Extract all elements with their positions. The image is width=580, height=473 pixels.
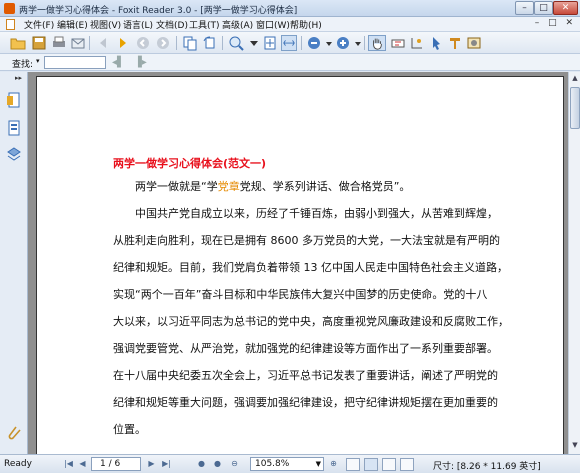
document-line-9: 纪律和规矩等重大问题，强调要加强纪律建设，把守纪律讲规矩摆在更加重要的 — [113, 396, 498, 409]
menu-view[interactable]: 视图(V) — [90, 18, 121, 31]
toolbar-separator — [301, 36, 302, 50]
rotate-page-icon[interactable] — [202, 35, 218, 51]
scroll-up-icon[interactable]: ▲ — [570, 74, 580, 85]
first-page-icon[interactable]: |◀ — [62, 458, 75, 471]
document-icon[interactable] — [6, 19, 15, 30]
find-bar: 查找: ▾ ◂▌ ▐▸ — [0, 54, 580, 71]
image-tool-icon[interactable] — [466, 35, 482, 51]
status-forward-icon[interactable]: ● — [211, 458, 224, 471]
next-page-icon[interactable] — [115, 35, 131, 51]
fit-width-icon[interactable] — [281, 35, 297, 51]
document-line-6: 大以来，以习近平同志为总书记的党中央，高度重视党风廉政建设和反腐败工作， — [113, 315, 509, 328]
menu-help[interactable]: 帮助(H) — [290, 18, 322, 31]
minimize-button[interactable]: – — [515, 1, 534, 15]
save-icon[interactable] — [31, 35, 47, 51]
zoom-dropdown-arrow-icon[interactable]: ▼ — [316, 458, 321, 470]
document-line-5: 实现“两个一百年”奋斗目标和中华民族伟大复兴中国梦的历史使命。党的十八 — [113, 288, 488, 301]
zoom-dropdown-icon[interactable] — [246, 35, 262, 51]
text-select-icon[interactable] — [390, 35, 406, 51]
scroll-down-icon[interactable]: ▼ — [570, 441, 580, 452]
menu-file[interactable]: 文件(F) — [24, 18, 54, 31]
layers-panel-icon[interactable] — [6, 146, 22, 164]
document-line-7: 强调党要管党、从严治党，就加强党的纪律建设等方面作出了一系列重要部署。 — [113, 342, 498, 355]
find-input[interactable] — [44, 56, 106, 69]
document-line-10: 位置。 — [113, 423, 146, 436]
menu-document[interactable]: 文档(D) — [156, 18, 188, 31]
zoom-level-value: 105.8% — [255, 459, 290, 469]
back-icon[interactable] — [135, 35, 151, 51]
email-icon[interactable] — [70, 35, 86, 51]
page-number-input[interactable]: 1 / 6 — [91, 457, 141, 471]
scroll-thumb[interactable] — [570, 87, 580, 129]
document-heading: 两学一做学习心得体会(范文一) — [113, 157, 267, 170]
print-icon[interactable] — [51, 35, 67, 51]
typewriter-icon[interactable] — [447, 35, 463, 51]
facing-view-icon[interactable] — [382, 458, 396, 471]
title-bar: 两学一做学习心得体会 - Foxit Reader 3.0 - [两学一做学习心… — [0, 0, 580, 17]
zoom-icon[interactable] — [228, 35, 244, 51]
find-next-icon[interactable]: ▐▸ — [134, 57, 147, 68]
toolbar-separator — [364, 36, 365, 50]
previous-page-button-icon[interactable]: ◀ — [76, 458, 89, 471]
document-line-3: 从胜利走向胜利，现在已是拥有 8600 多万党员的大党，一大法宝就是有严明的 — [113, 234, 500, 247]
toolbar — [0, 32, 580, 54]
single-page-view-icon[interactable] — [346, 458, 360, 471]
attachments-panel-icon[interactable] — [6, 424, 22, 442]
document-window-controls[interactable]: – □ ✕ — [535, 18, 576, 28]
document-line-1: 两学一做就是“学党章党规、学系列讲话、做合格党员”。 — [113, 180, 411, 193]
bookmarks-panel-icon[interactable] — [6, 120, 22, 138]
last-page-icon[interactable]: ▶| — [160, 458, 173, 471]
page-size-readout: 尺寸: [8.26 * 11.69 英寸] — [433, 462, 541, 472]
status-back-icon[interactable]: ● — [195, 458, 208, 471]
menu-window[interactable]: 窗口(W) — [256, 18, 290, 31]
status-ready: Ready — [4, 459, 32, 469]
pdf-page: 两学一做学习心得体会(范文一) 两学一做就是“学党章党规、学系列讲话、做合格党员… — [36, 76, 564, 454]
toolbar-separator — [222, 36, 223, 50]
expand-panel-icon[interactable]: ▸▸ — [15, 74, 22, 82]
menu-language[interactable]: 语言(L) — [123, 18, 153, 31]
window-title: 两学一做学习心得体会 - Foxit Reader 3.0 - [两学一做学习心… — [19, 6, 298, 16]
zoom-level-select[interactable]: 105.8% ▼ — [250, 457, 324, 471]
select-pointer-icon[interactable] — [428, 35, 444, 51]
forward-icon[interactable] — [155, 35, 171, 51]
document-line-4: 纪律和规矩。目前，我们党肩负着带领 13 亿中国人民走中国特色社会主义道路， — [113, 261, 508, 274]
maximize-button[interactable]: □ — [534, 1, 553, 15]
zoom-out-icon[interactable] — [306, 35, 322, 51]
toolbar-separator — [176, 36, 177, 50]
toolbar-separator — [89, 36, 90, 50]
copy-page-icon[interactable] — [182, 35, 198, 51]
hand-tool-icon[interactable] — [368, 35, 386, 51]
vertical-scrollbar[interactable]: ▲ ▼ — [568, 72, 580, 454]
status-zoom-in-icon[interactable]: ⊕ — [327, 458, 340, 471]
close-button[interactable]: ✕ — [553, 1, 578, 15]
snapshot-icon[interactable] — [409, 35, 425, 51]
zoom-in-icon[interactable] — [335, 35, 351, 51]
status-bar: Ready |◀ ◀ 1 / 6 ▶ ▶| ● ● ⊖ 105.8% ▼ ⊕ 尺寸… — [0, 454, 580, 473]
find-options-icon[interactable]: ▾ — [36, 57, 40, 65]
menu-edit[interactable]: 编辑(E) — [57, 18, 88, 31]
continuous-facing-view-icon[interactable] — [400, 458, 414, 471]
menu-bar: 文件(F) 编辑(E) 视图(V) 语言(L) 文档(D) 工具(T) 高级(A… — [0, 17, 580, 32]
navigation-panel: ▸▸ — [0, 72, 28, 454]
foxit-app-icon — [4, 3, 15, 14]
menu-tools[interactable]: 工具(T) — [189, 18, 220, 31]
find-label: 查找: — [12, 60, 34, 70]
highlighted-text: 党章 — [217, 180, 240, 193]
continuous-view-icon[interactable] — [364, 458, 378, 471]
document-line-8: 在十八届中央纪委五次全会上，习近平总书记发表了重要讲话，阐述了严明党的 — [113, 369, 498, 382]
document-viewport[interactable]: 两学一做学习心得体会(范文一) 两学一做就是“学党章党规、学系列讲话、做合格党员… — [28, 72, 568, 454]
next-page-button-icon[interactable]: ▶ — [145, 458, 158, 471]
document-line-2: 中国共产党自成立以来，历经了千锤百炼，由弱小到强大，从苦难到辉煌， — [113, 207, 498, 220]
menu-advanced[interactable]: 高级(A) — [222, 18, 253, 31]
pages-panel-icon[interactable] — [6, 92, 22, 110]
find-previous-icon[interactable]: ◂▌ — [112, 57, 125, 68]
status-zoom-out-icon[interactable]: ⊖ — [228, 458, 241, 471]
fit-page-icon[interactable] — [262, 35, 278, 51]
previous-page-icon[interactable] — [95, 35, 111, 51]
open-icon[interactable] — [10, 35, 26, 51]
